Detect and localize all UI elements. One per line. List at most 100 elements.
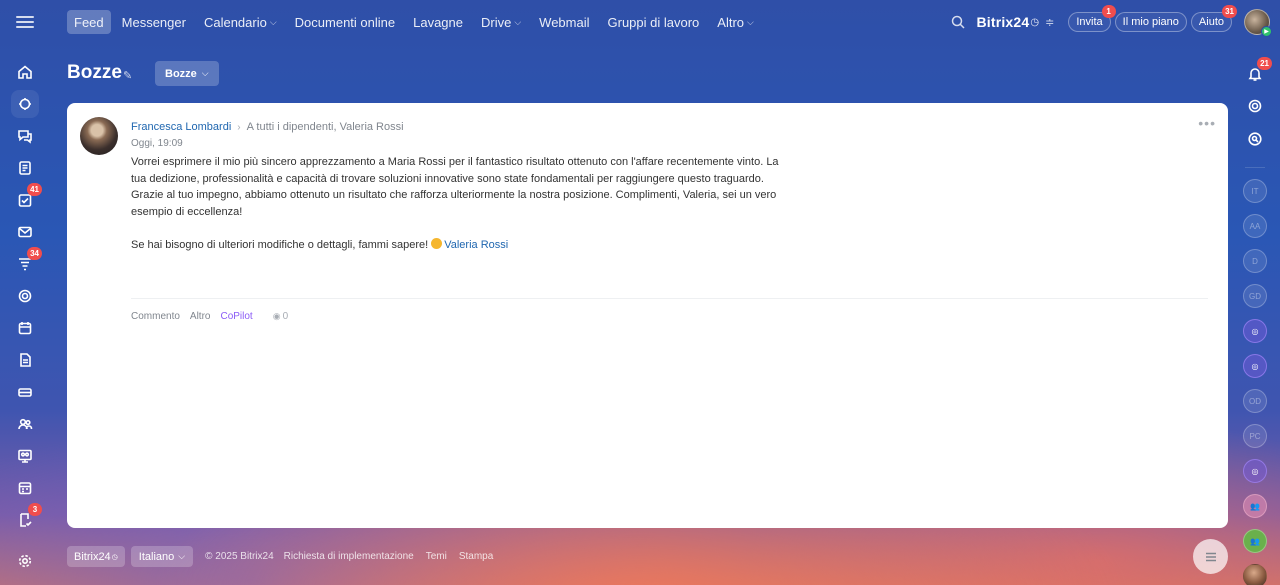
hamburger-menu-icon[interactable] xyxy=(16,14,34,30)
nav-calendar[interactable]: Calendario ⌵ xyxy=(195,10,286,34)
nav-more[interactable]: Altro ⌵ xyxy=(708,10,763,34)
drive-icon[interactable] xyxy=(11,378,39,406)
chat-avatar[interactable]: PC xyxy=(1243,424,1267,448)
tasks-icon[interactable]: 41 xyxy=(11,183,42,214)
search-chat-icon[interactable] xyxy=(1243,127,1267,151)
drafts-filter-button[interactable]: Bozze ⌵ xyxy=(155,61,219,86)
chevron-down-icon: ⌵ xyxy=(178,551,186,561)
quick-menu-button[interactable] xyxy=(1193,539,1228,574)
nav-webmail-label: Webmail xyxy=(539,14,590,30)
invite-label: Invita xyxy=(1076,16,1103,28)
approvals-icon[interactable]: 3 xyxy=(11,503,42,534)
right-sidebar: 21 IT AA D GD ◎ ◎ OD PC ◎ 👥 👥 xyxy=(1230,0,1280,585)
mention-link[interactable]: Valeria Rossi xyxy=(444,239,508,251)
clock-icon: ◷ xyxy=(1030,16,1040,28)
employees-icon[interactable] xyxy=(11,410,39,438)
video-conference-icon[interactable] xyxy=(11,442,39,470)
footer-link-implementation[interactable]: Richiesta di implementazione xyxy=(284,551,414,562)
nav-messenger[interactable]: Messenger xyxy=(113,10,195,34)
nav-boards-label: Lavagne xyxy=(413,14,463,30)
footer-brand[interactable]: Bitrix24 ◷ xyxy=(67,546,125,567)
smile-emoji-icon xyxy=(431,237,443,249)
help-button[interactable]: Aiuto 31 xyxy=(1190,5,1237,32)
left-sidebar: 41 34 3 xyxy=(0,0,50,585)
post-paragraph-2: Se hai bisogno di ulteriori modifiche o … xyxy=(131,237,791,254)
pin-icon[interactable]: ✎ xyxy=(123,69,132,82)
comment-button[interactable]: Commento xyxy=(131,311,180,322)
footer-link-print[interactable]: Stampa xyxy=(459,551,493,562)
nav-boards[interactable]: Lavagne xyxy=(404,10,472,34)
my-plan-button[interactable]: Il mio piano xyxy=(1114,12,1187,32)
footer-brand-label: Bitrix24 xyxy=(74,550,111,563)
group-chat-avatar[interactable]: 👥 xyxy=(1243,494,1267,518)
notifications-badge: 21 xyxy=(1257,57,1272,70)
workflow-icon[interactable] xyxy=(11,474,39,502)
chat-avatar[interactable]: IT xyxy=(1243,179,1267,203)
author-link[interactable]: Francesca Lombardi xyxy=(131,121,231,133)
settings-sliders-icon[interactable]: ≑ xyxy=(1045,16,1054,29)
author-avatar[interactable] xyxy=(80,117,118,155)
post-paragraph: Vorrei esprimere il mio più sincero appr… xyxy=(131,156,779,218)
nav-webmail[interactable]: Webmail xyxy=(530,10,598,34)
chat-avatar[interactable]: D xyxy=(1243,249,1267,273)
nav-calendar-label: Calendario xyxy=(203,14,267,30)
chat-avatar[interactable]: GD xyxy=(1243,284,1267,308)
chevron-down-icon: ⌵ xyxy=(201,68,209,78)
copilot-button[interactable]: CoPilot xyxy=(220,311,252,322)
copilot-chat-avatar[interactable]: ◎ xyxy=(1243,319,1267,343)
documents-icon[interactable] xyxy=(11,346,39,374)
chat-avatar[interactable]: OD xyxy=(1243,389,1267,413)
footer-link-themes[interactable]: Temi xyxy=(426,551,447,562)
nav-workgroups[interactable]: Gruppi di lavoro xyxy=(599,10,709,34)
post-actions: Commento Altro CoPilot ◉ 0 xyxy=(131,311,288,322)
brand-logo[interactable]: Bitrix24 xyxy=(976,14,1029,30)
post-paragraph-text: Se hai bisogno di ulteriori modifiche o … xyxy=(131,238,429,251)
copyright: © 2025 Bitrix24 xyxy=(205,551,274,562)
footer: Bitrix24 ◷ Italiano ⌵ © 2025 Bitrix24 Ric… xyxy=(67,546,505,567)
copilot-icon[interactable] xyxy=(11,90,39,118)
nav-feed[interactable]: Feed xyxy=(67,10,111,34)
messenger-icon[interactable] xyxy=(11,122,39,150)
left-nav: 41 34 3 xyxy=(11,58,42,538)
copilot-chat-icon[interactable] xyxy=(1243,94,1267,118)
approvals-badge: 3 xyxy=(28,503,42,516)
chat-avatar[interactable]: AA xyxy=(1243,214,1267,238)
top-navigation: Feed Messenger Calendario ⌵ Documenti onl… xyxy=(67,10,763,34)
user-chat-avatar[interactable] xyxy=(1243,564,1267,585)
copilot-chat-avatar[interactable]: ◎ xyxy=(1243,459,1267,483)
eye-icon: ◉ xyxy=(272,311,281,321)
settings-gear-icon[interactable] xyxy=(11,547,39,575)
notifications-bell-icon[interactable]: 21 xyxy=(1243,57,1272,86)
views-counter: ◉ 0 xyxy=(273,311,288,322)
copilot-chat-avatar[interactable]: ◎ xyxy=(1243,354,1267,378)
group-chat-avatar[interactable]: 👥 xyxy=(1243,529,1267,553)
help-label: Aiuto xyxy=(1198,16,1224,28)
my-plan-label: Il mio piano xyxy=(1122,16,1179,28)
nav-drive-label: Drive xyxy=(481,14,512,30)
post-time: Oggi, 19:09 xyxy=(131,138,183,149)
feed-icon[interactable] xyxy=(11,154,39,182)
separator xyxy=(1245,167,1265,168)
nav-drive[interactable]: Drive ⌵ xyxy=(472,10,530,34)
mail-icon[interactable] xyxy=(11,218,39,246)
sites-icon[interactable] xyxy=(11,282,39,310)
nav-documents[interactable]: Documenti online xyxy=(286,10,404,34)
chevron-down-icon: ⌵ xyxy=(514,16,522,27)
search-icon[interactable] xyxy=(950,14,966,30)
nav-workgroups-label: Gruppi di lavoro xyxy=(607,14,700,30)
divider xyxy=(131,298,1208,299)
top-right-toolbar: Bitrix24 ◷ ≑ Invita 1 Il mio piano Aiuto… xyxy=(950,5,1272,37)
recipients[interactable]: A tutti i dipendenti, Valeria Rossi xyxy=(247,121,404,133)
page-title: Bozze xyxy=(67,62,122,83)
chevron-down-icon: ⌵ xyxy=(747,16,754,27)
calendar-icon[interactable] xyxy=(11,314,39,342)
more-options-icon[interactable]: ••• xyxy=(1198,115,1216,131)
post-header: Francesca Lombardi › A tutti i dipendent… xyxy=(131,121,404,133)
invite-button[interactable]: Invita 1 xyxy=(1068,5,1116,32)
funnel-icon[interactable]: 34 xyxy=(11,247,42,278)
language-selector[interactable]: Italiano ⌵ xyxy=(130,546,194,567)
chevron-down-icon: ⌵ xyxy=(269,16,277,27)
more-button[interactable]: Altro xyxy=(190,311,211,322)
nav-more-label: Altro xyxy=(717,14,745,30)
home-icon[interactable] xyxy=(11,58,39,86)
